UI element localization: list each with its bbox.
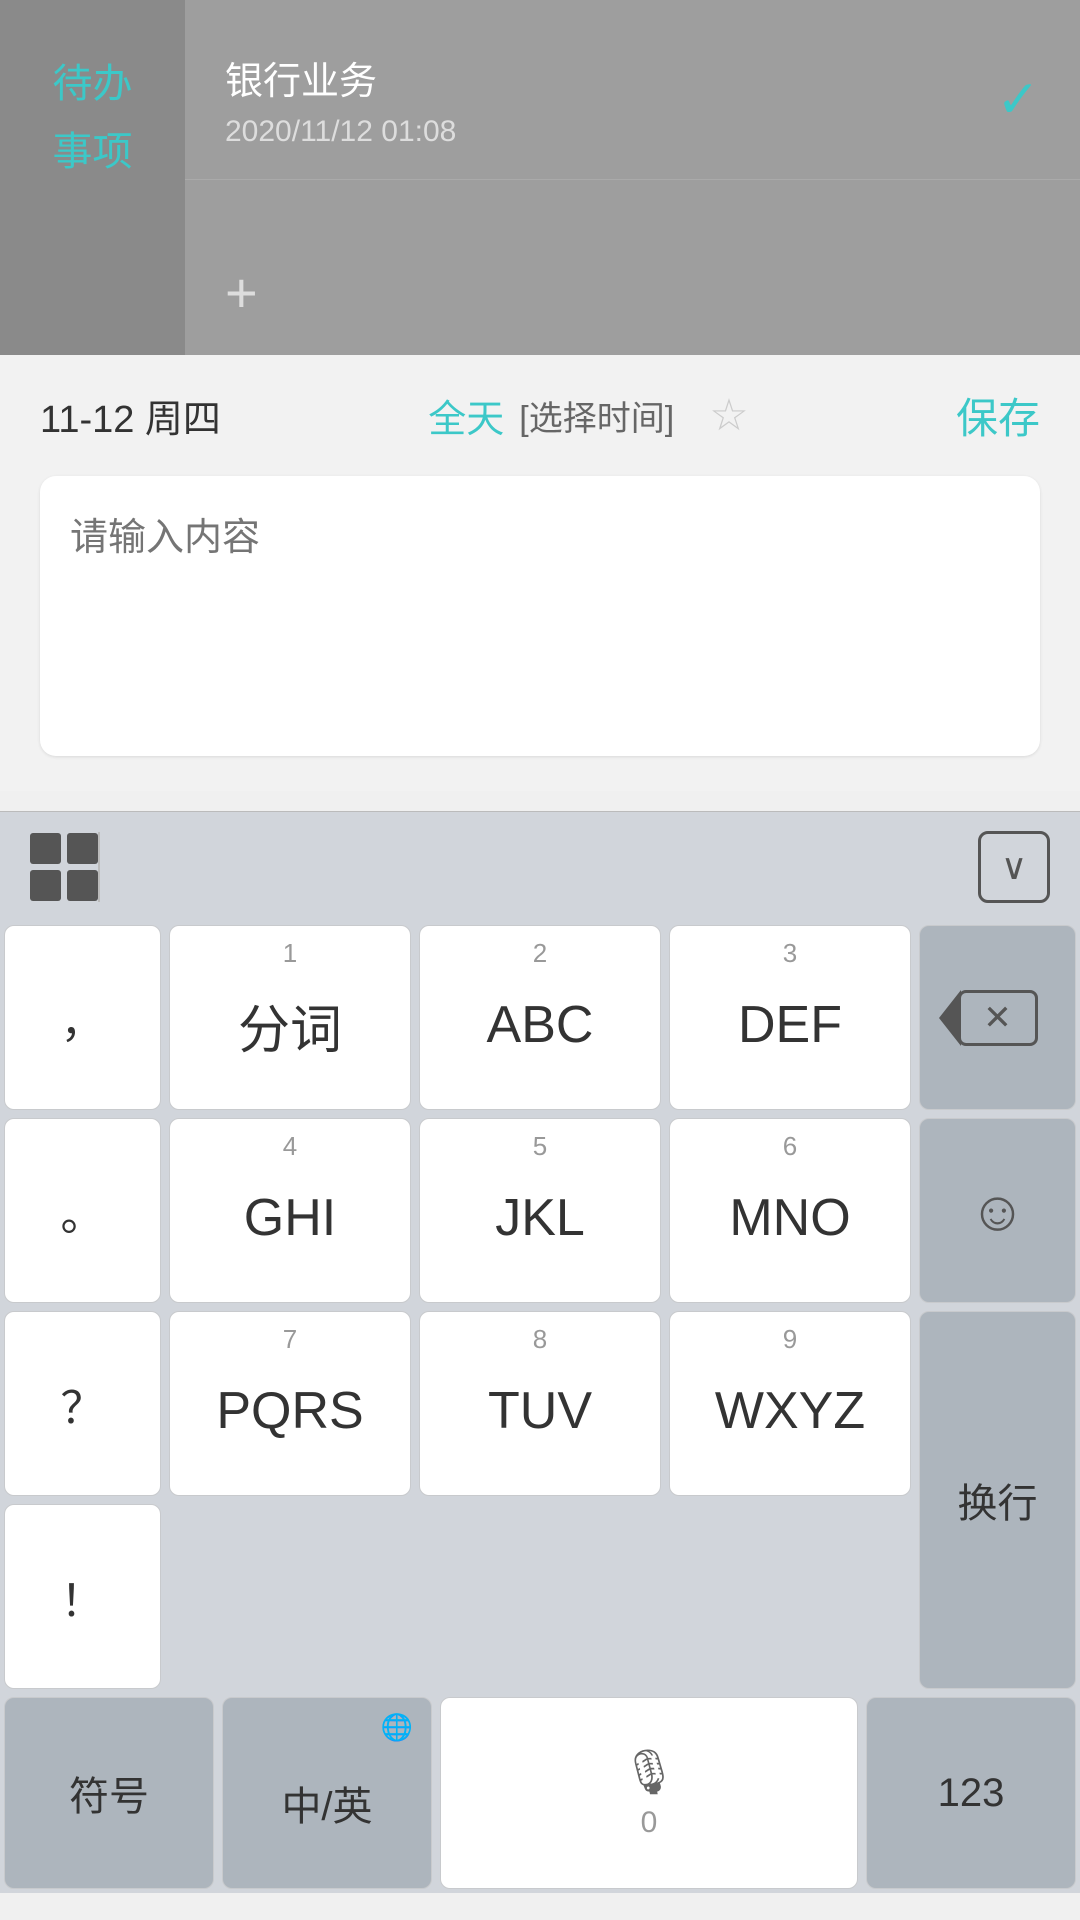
grid-cell-2 [67,833,98,864]
editor-date: 11-12 周四 [40,388,221,443]
editor-header: 11-12 周四 全天 [选择时间] ☆ 保存 [40,385,1040,446]
globe-icon: 🌐 [381,1712,413,1743]
keyboard-toolbar: ∨ [0,811,1080,921]
select-time-label[interactable]: [选择时间] [519,391,674,440]
keyboard-bottom-row: 符号 🌐 中/英 🎙 0 123 [0,1693,1080,1893]
key-label-def: DEF [738,995,842,1055]
todo-item-title: 银行业务 [225,50,456,105]
delete-key[interactable]: ✕ [919,925,1076,1110]
chevron-down-icon: ∨ [1001,846,1027,888]
key-number-9: 9 [670,1324,910,1355]
allday-label[interactable]: 全天 [428,388,504,443]
smiley-icon: ☺ [969,1178,1026,1243]
emoji-key[interactable]: ☺ [919,1118,1076,1303]
key-label-jkl: JKL [495,1188,585,1248]
key-jkl[interactable]: 5 JKL [419,1118,661,1303]
keyboard-main-area: ， 。 ？ ！ 1 分词 2 ABC 3 DEF [0,921,1080,1693]
grid-icon[interactable] [30,833,98,901]
period-key[interactable]: 。 [4,1118,161,1303]
key-number-6: 6 [670,1131,910,1162]
key-label-pqrs: PQRS [216,1381,363,1441]
todo-item-date: 2020/11/12 01:08 [225,115,456,149]
key-label-fenci: 分词 [238,988,342,1063]
save-button[interactable]: 保存 [956,385,1040,446]
todo-background: 待办 事项 银行业务 2020/11/12 01:08 ✓ + [0,0,1080,355]
delete-icon: ✕ [958,990,1038,1046]
key-row-2: 4 GHI 5 JKL 6 MNO [165,1114,915,1307]
key-number-1: 1 [170,938,410,969]
main-keys: 1 分词 2 ABC 3 DEF 4 GHI 5 [165,921,915,1693]
key-number-8: 8 [420,1324,660,1355]
todo-content: 银行业务 2020/11/12 01:08 ✓ + [185,0,1080,355]
exclaim-key[interactable]: ！ [4,1504,161,1689]
enter-key[interactable]: 换行 [919,1311,1076,1689]
symbol-key[interactable]: 符号 [4,1697,214,1889]
collapse-keyboard-button[interactable]: ∨ [978,831,1050,903]
grid-cell-4 [67,870,98,901]
grid-cell-3 [30,870,61,901]
todo-sidebar: 待办 事项 [0,0,185,355]
sidebar-label-item: 事项 [53,128,133,176]
delete-shape: ✕ [958,990,1038,1046]
question-key[interactable]: ？ [4,1311,161,1496]
key-wxyz[interactable]: 9 WXYZ [669,1311,911,1496]
key-tuv[interactable]: 8 TUV [419,1311,661,1496]
key-label-wxyz: WXYZ [715,1381,865,1441]
lang-label: 中/英 [281,1774,372,1832]
enter-label: 换行 [958,1471,1038,1529]
key-number-2: 2 [420,938,660,969]
punctuation-column: ， 。 ？ ！ [0,921,165,1693]
key-abc[interactable]: 2 ABC [419,925,661,1110]
key-number-7: 7 [170,1324,410,1355]
key-label-abc: ABC [487,995,594,1055]
key-label-mno: MNO [729,1188,850,1248]
key-number-5: 5 [420,1131,660,1162]
space-number: 0 [641,1806,658,1840]
editor-section: 11-12 周四 全天 [选择时间] ☆ 保存 [0,355,1080,791]
key-pqrs[interactable]: 7 PQRS [169,1311,411,1496]
number-key[interactable]: 123 [866,1697,1076,1889]
key-mno[interactable]: 6 MNO [669,1118,911,1303]
add-todo-button[interactable]: + [225,260,258,325]
content-input[interactable] [40,476,1040,756]
lang-switch-key[interactable]: 🌐 中/英 [222,1697,432,1889]
editor-time-section: 全天 [选择时间] ☆ [428,388,748,443]
mic-icon: 🎙 [621,1746,677,1798]
sidebar-label-todo: 待办 [53,60,133,108]
star-icon[interactable]: ☆ [709,390,748,441]
todo-item-info: 银行业务 2020/11/12 01:08 [225,50,456,149]
key-number-3: 3 [670,938,910,969]
keyboard: ， 。 ？ ！ 1 分词 2 ABC 3 DEF [0,921,1080,1893]
grid-cell-1 [30,833,61,864]
key-row-1: 1 分词 2 ABC 3 DEF [165,921,915,1114]
todo-item[interactable]: 银行业务 2020/11/12 01:08 ✓ [185,20,1080,180]
action-column: ✕ ☺ 换行 [915,921,1080,1693]
key-fenci[interactable]: 1 分词 [169,925,411,1110]
key-number-4: 4 [170,1131,410,1162]
comma-key[interactable]: ， [4,925,161,1110]
space-key[interactable]: 🎙 0 [440,1697,858,1889]
key-ghi[interactable]: 4 GHI [169,1118,411,1303]
key-row-3: 7 PQRS 8 TUV 9 WXYZ [165,1307,915,1500]
toolbar-divider [98,832,100,902]
key-label-ghi: GHI [244,1188,336,1248]
delete-x-icon: ✕ [983,998,1012,1038]
todo-checkmark-icon[interactable]: ✓ [996,70,1040,130]
key-def[interactable]: 3 DEF [669,925,911,1110]
key-label-tuv: TUV [488,1381,592,1441]
